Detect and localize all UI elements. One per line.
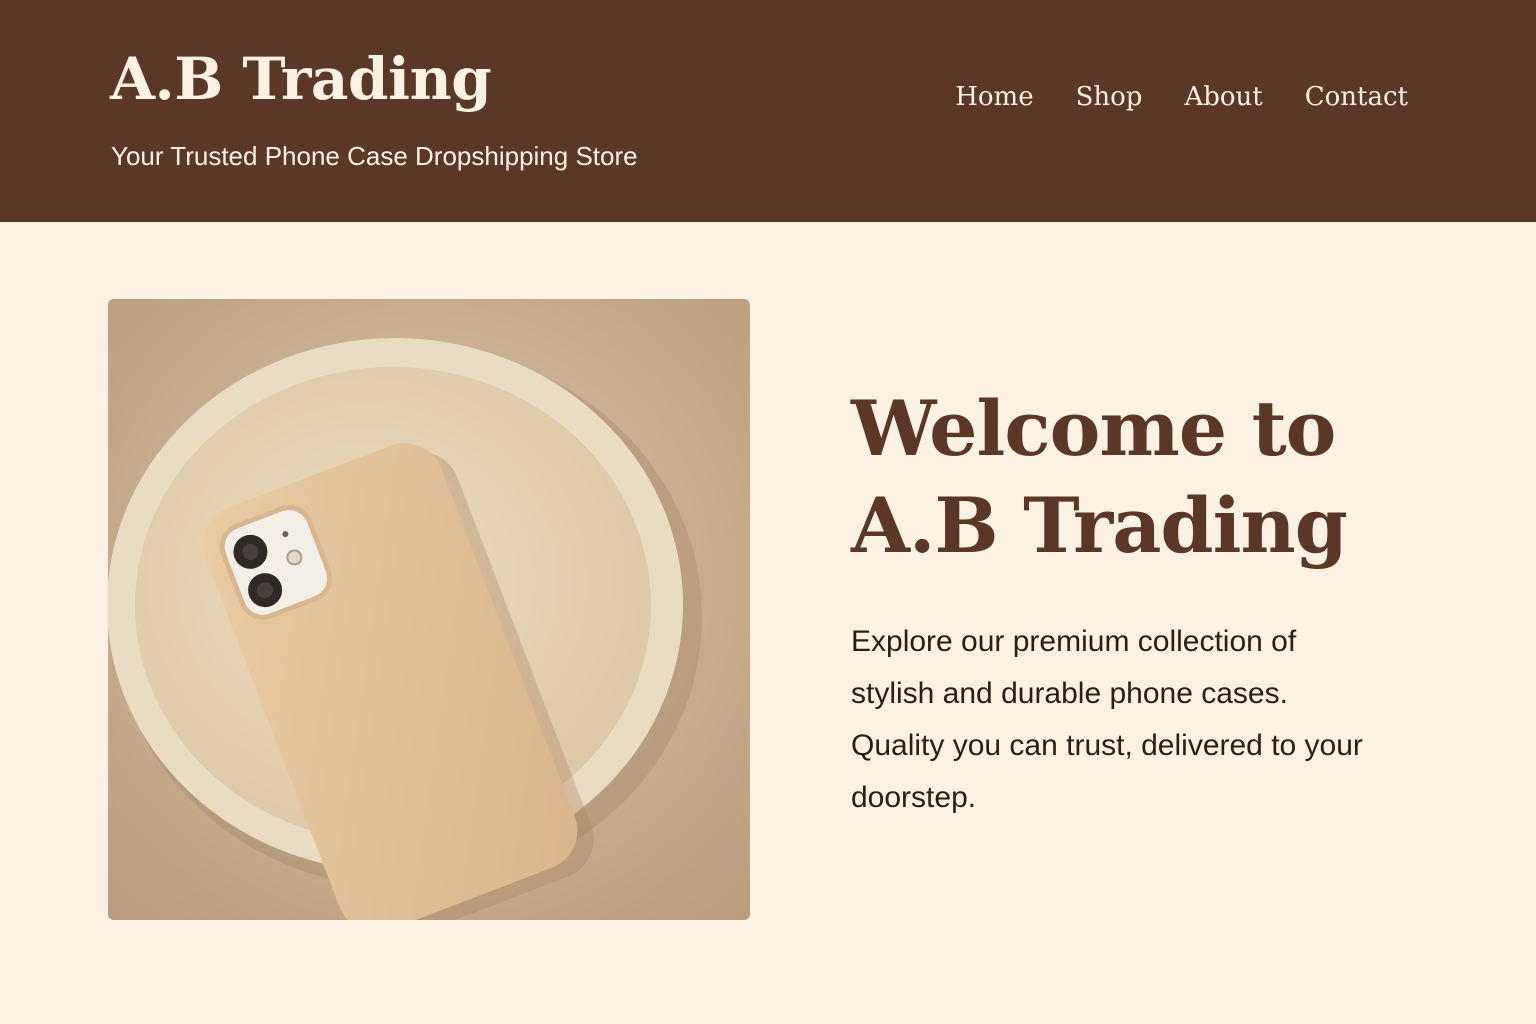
brand-title[interactable]: A.B Trading — [110, 47, 492, 112]
nav-about-link[interactable]: About — [1184, 82, 1262, 112]
phone-case-product-photo — [108, 299, 750, 920]
hero-product-image — [108, 299, 750, 920]
hero-heading-line2: A.B Trading — [851, 481, 1348, 570]
brand-tagline: Your Trusted Phone Case Dropshipping Sto… — [111, 141, 638, 171]
nav-home-link[interactable]: Home — [955, 82, 1033, 112]
hero-heading: Welcome to A.B Trading — [851, 380, 1451, 574]
nav-shop-link[interactable]: Shop — [1076, 82, 1143, 112]
hero-description: Explore our premium collection of stylis… — [851, 625, 1363, 814]
nav-contact-link[interactable]: Contact — [1305, 82, 1408, 112]
hero-heading-line1: Welcome to — [851, 384, 1336, 473]
main-nav: Home Shop About Contact — [955, 82, 1408, 112]
site-header: A.B Trading Your Trusted Phone Case Drop… — [0, 0, 1536, 222]
